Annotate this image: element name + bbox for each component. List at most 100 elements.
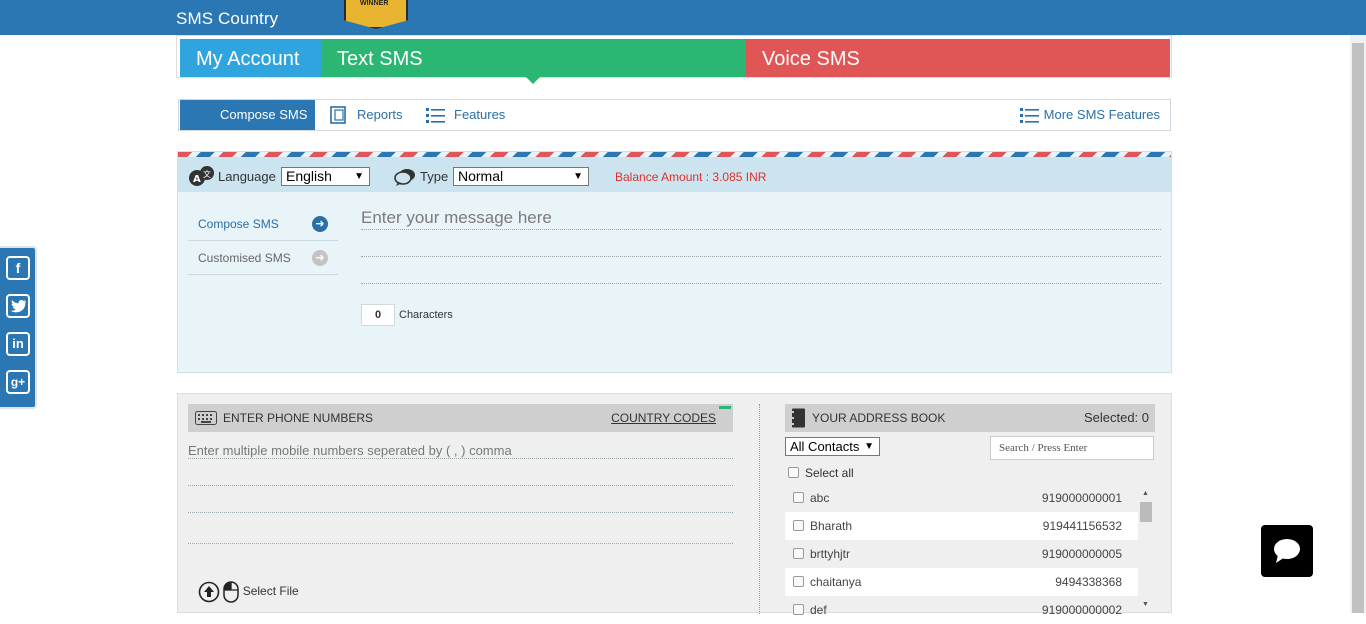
menu-compose-sms-label: Compose SMS [198, 217, 279, 231]
address-book-icon [790, 408, 805, 428]
contact-row[interactable]: brttyhjtr 919000000005 [785, 540, 1138, 568]
award-badge: WINNER [344, 0, 408, 29]
contact-list: abc 919000000001 Bharath 919441156532 brtt… [785, 484, 1138, 624]
select-all-checkbox[interactable]: Select all [788, 466, 854, 480]
subnav-more-label: More SMS Features [1043, 107, 1160, 122]
checkbox[interactable] [788, 467, 799, 478]
tab-text-sms[interactable]: Text SMS [321, 39, 746, 84]
language-select[interactable]: English ▼ [281, 167, 370, 186]
type-label: Type [420, 169, 449, 184]
chevron-down-icon: ▼ [864, 441, 874, 452]
chat-widget-button[interactable] [1261, 525, 1313, 577]
arrow-right-icon: ➜ [312, 216, 328, 232]
checkbox[interactable] [793, 604, 804, 615]
contact-number: 919000000005 [1041, 547, 1122, 561]
subnav-compose-sms[interactable]: Compose SMS [180, 100, 315, 130]
contact-row[interactable]: def 919000000002 [785, 596, 1138, 624]
contact-list-scrollbar[interactable]: ▲ ▼ [1140, 490, 1152, 608]
chevron-down-icon: ▼ [573, 171, 583, 182]
keyboard-icon [195, 411, 217, 425]
page-scrollbar-thumb[interactable] [1352, 43, 1364, 613]
linkedin-icon[interactable]: in [6, 332, 30, 356]
mouse-icon [223, 581, 240, 603]
menu-customised-sms[interactable]: Customised SMS ➜ [188, 241, 338, 275]
balance-amount: Balance Amount : 3.085 INR [615, 170, 767, 184]
sub-navigation: Compose SMS Reports Features More SMS Fe… [178, 99, 1171, 131]
language-icon: A 文 [189, 166, 214, 186]
tab-my-account[interactable]: My Account [180, 39, 321, 77]
checkbox[interactable] [793, 576, 804, 587]
language-select-value: English [286, 168, 332, 184]
facebook-icon[interactable]: f [6, 256, 30, 280]
award-text: WINNER [360, 0, 389, 7]
contact-name: abc [810, 491, 830, 505]
main-tabs: My Account Text SMS Voice SMS [176, 35, 1172, 84]
subnav-more-sms-features[interactable]: More SMS Features [1019, 100, 1160, 130]
chevron-down-icon: ▼ [354, 171, 364, 182]
country-codes-link[interactable]: COUNTRY CODES [611, 404, 716, 432]
select-all-label: Select all [805, 466, 854, 480]
message-textarea[interactable]: Enter your message here [361, 208, 1161, 284]
character-count-label: Characters [399, 309, 453, 321]
message-line [361, 257, 1161, 284]
phone-line [188, 513, 733, 544]
select-file-label: Select File [242, 584, 299, 599]
phone-numbers-header: ENTER PHONE NUMBERS COUNTRY CODES [188, 404, 733, 432]
type-select[interactable]: Normal ▼ [453, 167, 589, 186]
scroll-down-icon[interactable]: ▼ [1142, 601, 1149, 608]
contact-scrollbar-thumb[interactable] [1140, 502, 1152, 522]
tab-text-sms-label: Text SMS [337, 48, 423, 70]
upload-icon [198, 581, 220, 603]
contacts-filter-value: All Contacts [790, 439, 860, 454]
address-book-title: YOUR ADDRESS BOOK [812, 411, 946, 425]
contacts-filter-select[interactable]: All Contacts ▼ [785, 437, 880, 456]
contact-number: 9494338368 [1055, 575, 1122, 589]
contact-name: chaitanya [810, 575, 862, 589]
checkbox[interactable] [793, 492, 804, 503]
contact-row[interactable]: chaitanya 9494338368 [785, 568, 1138, 596]
phone-numbers-title: ENTER PHONE NUMBERS [223, 411, 374, 425]
type-select-value: Normal [458, 168, 504, 184]
svg-text:A: A [193, 174, 201, 185]
svg-text:文: 文 [203, 169, 211, 179]
checkbox[interactable] [793, 520, 804, 531]
subnav-features[interactable]: Features [426, 100, 505, 130]
contact-number: 919000000001 [1041, 491, 1122, 505]
list-icon [426, 108, 445, 123]
active-tab-caret [526, 77, 540, 84]
phone-line [188, 459, 733, 486]
reports-icon [330, 106, 346, 124]
contact-number: 919000000002 [1041, 603, 1122, 617]
contact-name: def [810, 603, 827, 617]
language-label: Language [218, 169, 276, 184]
select-file-button[interactable]: Select File [198, 581, 299, 603]
compose-panel: A 文 Language English ▼ Type Normal ▼ Balan… [177, 151, 1172, 373]
contact-search-input[interactable]: Search / Press Enter [990, 436, 1154, 460]
arrow-right-icon: ➜ [312, 250, 328, 266]
google-plus-icon[interactable]: g+ [6, 370, 30, 394]
message-line [361, 230, 1161, 257]
contact-name: Bharath [810, 519, 853, 533]
panel-divider [759, 404, 760, 614]
scroll-up-icon[interactable]: ▲ [1142, 490, 1149, 497]
tab-voice-sms[interactable]: Voice SMS [746, 39, 1170, 77]
contact-row[interactable]: Bharath 919441156532 [785, 512, 1138, 540]
contact-row[interactable]: abc 919000000001 [785, 484, 1138, 512]
twitter-icon[interactable] [6, 294, 30, 318]
menu-customised-sms-label: Customised SMS [198, 251, 291, 265]
phone-line [188, 486, 733, 513]
social-share-sidebar: f in g+ [0, 246, 37, 409]
subnav-reports[interactable]: Reports [329, 100, 403, 130]
contact-name: brttyhjtr [810, 547, 851, 561]
contact-number: 919441156532 [1042, 519, 1122, 533]
phone-numbers-textarea[interactable]: Enter multiple mobile numbers seperated … [188, 443, 733, 544]
green-indicator [719, 406, 731, 409]
brand-logo-text[interactable]: SMS Country [176, 9, 278, 29]
top-header-bar: SMS Country WINNER [0, 0, 1366, 35]
subnav-features-label: Features [454, 107, 506, 122]
checkbox[interactable] [793, 548, 804, 559]
page-scrollbar[interactable] [1350, 35, 1366, 613]
subnav-reports-label: Reports [357, 107, 403, 122]
chat-bubble-icon [1274, 539, 1300, 563]
menu-compose-sms[interactable]: Compose SMS ➜ [188, 207, 338, 241]
